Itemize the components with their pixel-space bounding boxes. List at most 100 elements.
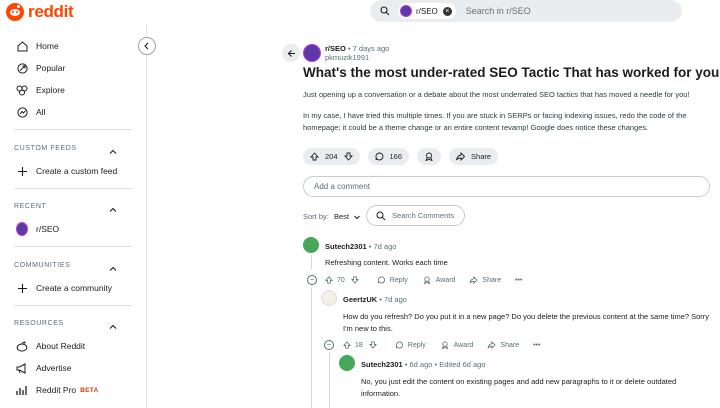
comment-text: No, you just edit the content on existin… (361, 377, 677, 398)
thread-line[interactable] (329, 353, 330, 408)
comment-author[interactable]: Sutech2301 (325, 242, 367, 251)
comment-meta: • 6d ago • Edited 6d ago (404, 360, 486, 369)
section-title-communities[interactable]: COMMUNITIES (14, 262, 70, 269)
back-button[interactable] (282, 44, 300, 62)
section-title-resources[interactable]: RESOURCES (14, 320, 64, 327)
downvote-button[interactable] (350, 276, 363, 284)
post-subreddit-line: r/SEO • 7 days ago (325, 44, 389, 53)
search-comments-button[interactable]: Search Comments (366, 205, 465, 226)
award-button[interactable] (417, 148, 442, 165)
sidebar-item-reddit-pro[interactable]: Reddit Pro BETA (16, 382, 99, 398)
upvote-icon[interactable] (310, 152, 319, 161)
comment-text: How do you refresh? Do you put it in a n… (343, 312, 710, 333)
downvote-icon[interactable] (343, 152, 353, 161)
popular-icon (16, 62, 28, 74)
sort-dropdown[interactable]: Best (334, 212, 361, 221)
main-content: r/SEO • 7 days ago pkmuzik1991 What's th… (148, 24, 720, 408)
avatar[interactable] (321, 290, 337, 306)
share-icon (469, 276, 479, 284)
search-scope-chip[interactable]: r/SEO × (398, 3, 456, 19)
upvote-button[interactable]: 18 (343, 341, 363, 349)
chevron-up-icon[interactable] (108, 202, 118, 212)
sidebar-item-about-reddit[interactable]: About Reddit (16, 338, 85, 354)
sidebar-item-label: About Reddit (36, 341, 86, 351)
reddit-pro-icon (16, 384, 28, 396)
post-body-paragraph: In my case, I have tried this multiple t… (303, 111, 687, 132)
chevron-up-icon[interactable] (108, 319, 118, 329)
search-scope-label: r/SEO (416, 6, 438, 16)
thread-line[interactable] (311, 288, 312, 408)
comment-author-line: Sutech2301 • 6d ago • Edited 6d ago (361, 360, 486, 369)
sidebar-item-recent-seo[interactable]: r/SEO (16, 221, 59, 237)
sidebar-item-all[interactable]: All (16, 104, 45, 120)
comments-button[interactable]: 166 (367, 148, 410, 165)
share-label: Share (471, 152, 492, 161)
search-input[interactable]: Search in r/SEO (466, 6, 531, 16)
vote-pill: 204 (303, 148, 360, 165)
downvote-button[interactable] (368, 341, 381, 349)
chevron-up-icon[interactable] (108, 261, 118, 271)
sidebar-item-create-community[interactable]: Create a community (16, 280, 112, 296)
add-comment-input[interactable]: Add a comment (303, 176, 710, 197)
sidebar-item-popular[interactable]: Popular (16, 60, 65, 76)
upvote-button[interactable]: 70 (325, 276, 345, 284)
comment-author-line: Sutech2301 • 7d ago (325, 242, 396, 251)
comment-author-line: GeertzUK • 7d ago (343, 295, 407, 304)
sidebar-item-label: Create a community (36, 283, 113, 293)
sidebar-item-label: r/SEO (36, 224, 60, 234)
sidebar-item-label: Home (36, 41, 59, 51)
search-bar[interactable]: r/SEO × Search in r/SEO (370, 0, 682, 22)
arrow-left-icon (287, 49, 295, 57)
chevron-up-icon[interactable] (108, 144, 118, 154)
comment-icon (395, 341, 403, 349)
reply-button[interactable]: Reply (395, 341, 426, 349)
share-button[interactable]: Share (449, 148, 499, 165)
reddit-logo[interactable]: reddit (6, 2, 74, 22)
sidebar-item-create-custom-feed[interactable]: Create a custom feed (16, 163, 117, 179)
top-header: reddit r/SEO × Search in r/SEO (0, 0, 720, 24)
sort-label: Sort by: (303, 212, 329, 221)
sidebar-item-explore[interactable]: Explore (16, 82, 65, 98)
sidebar-item-label: Explore (36, 85, 65, 95)
collapse-thread-button[interactable]: − (307, 275, 317, 285)
sidebar-item-home[interactable]: Home (16, 38, 59, 54)
comment-author[interactable]: Sutech2301 (361, 360, 403, 369)
collapse-thread-button[interactable]: − (324, 340, 334, 350)
vote-count: 204 (325, 152, 338, 161)
section-title-recent[interactable]: RECENT (14, 203, 46, 210)
more-options-icon[interactable]: ••• (515, 277, 522, 284)
search-icon (380, 6, 390, 16)
award-button[interactable]: Award (440, 341, 473, 349)
more-options-icon[interactable]: ••• (533, 342, 540, 349)
megaphone-icon (16, 362, 28, 374)
award-button[interactable]: Award (422, 276, 456, 284)
award-icon (423, 276, 430, 284)
comment-author[interactable]: GeertzUK (343, 295, 377, 304)
sidebar-item-label: Popular (36, 63, 66, 73)
post-author[interactable]: pkmuzik1991 (325, 53, 369, 62)
sidebar-divider (14, 246, 132, 247)
share-button[interactable]: Share (487, 341, 519, 349)
award-label: Award (435, 276, 456, 284)
thread-line[interactable] (311, 255, 312, 269)
left-sidebar: Home Popular Explore All CUSTOM FEEDS Cr… (0, 24, 147, 408)
avatar[interactable] (339, 355, 355, 371)
plus-icon (16, 282, 28, 294)
sidebar-item-advertise[interactable]: Advertise (16, 360, 71, 376)
search-icon (376, 211, 386, 220)
subreddit-link[interactable]: r/SEO (325, 44, 346, 53)
upvote-icon (343, 341, 351, 349)
share-button[interactable]: Share (469, 276, 501, 284)
subreddit-avatar-icon[interactable] (303, 44, 321, 62)
avatar[interactable] (303, 237, 319, 253)
award-icon (425, 152, 433, 161)
reddit-snoo-icon (6, 3, 24, 21)
comment-icon (377, 276, 385, 284)
comment-text: Refreshing content. Works each time (325, 258, 448, 267)
section-title-custom-feeds[interactable]: CUSTOM FEEDS (14, 145, 77, 152)
post-title: What's the most under-rated SEO Tactic T… (303, 65, 720, 80)
sidebar-item-label: Create a custom feed (36, 166, 118, 176)
plus-icon (16, 165, 28, 177)
reply-button[interactable]: Reply (377, 276, 408, 284)
close-icon[interactable]: × (442, 6, 452, 16)
